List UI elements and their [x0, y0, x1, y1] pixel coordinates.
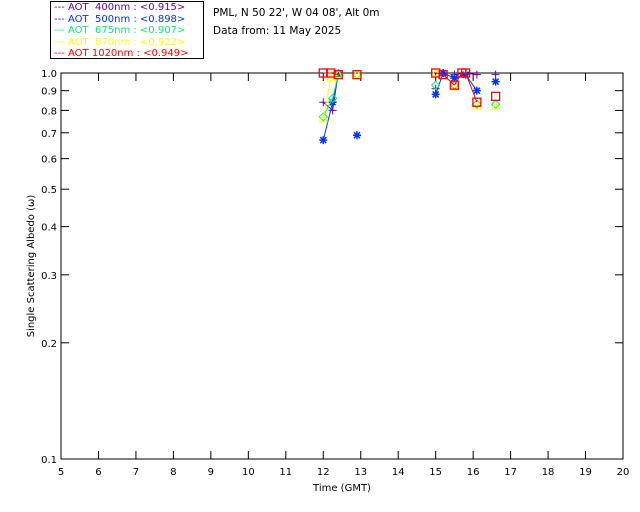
x-tick-label: 9: [208, 467, 214, 478]
y-tick-label: 0.8: [41, 106, 57, 117]
y-tick-label: 1.0: [41, 69, 57, 80]
x-tick-label: 7: [133, 467, 139, 478]
x-tick-label: 20: [617, 467, 630, 478]
data-point-4: [490, 91, 501, 101]
data-point-1: [352, 131, 361, 140]
y-tick-label: 0.1: [41, 455, 57, 466]
y-tick-label: 0.2: [41, 339, 57, 350]
x-tick-label: 11: [279, 467, 292, 478]
y-axis-label: Single Scattering Albedo (ω): [26, 195, 37, 338]
y-tick-label: 0.5: [41, 185, 57, 196]
x-tick-label: 12: [317, 467, 330, 478]
x-tick-label: 16: [467, 467, 480, 478]
y-tick-label: 0.9: [41, 87, 57, 98]
data-point-1: [491, 77, 500, 86]
x-tick-label: 8: [170, 467, 176, 478]
x-axis-label: Time (GMT): [312, 483, 371, 494]
x-tick-label: 14: [392, 467, 405, 478]
data-point-1: [319, 136, 328, 145]
x-tick-label: 10: [242, 467, 255, 478]
plot-area: 5 6 7 8 9 10 11 12 13 14 15 16 17 18 19 20 0.1 0.2 0.3 0.4 0…: [26, 67, 630, 494]
x-tick-label: 6: [95, 467, 101, 478]
chart: --- AOT 400nm : <0.915> --- AOT 500nm : …: [0, 0, 640, 512]
x-tick-label: 19: [579, 467, 592, 478]
y-tick-label: 0.3: [41, 271, 57, 282]
data-point-0: [472, 70, 481, 79]
x-tick-label: 13: [354, 467, 367, 478]
x-tick-label: 5: [58, 467, 64, 478]
plot-frame: [60, 72, 624, 460]
y-tick-label: 0.7: [41, 129, 57, 140]
x-tick-label: 15: [429, 467, 442, 478]
x-tick-label: 18: [542, 467, 555, 478]
y-tick-label: 0.4: [41, 223, 57, 234]
data-point-1: [431, 90, 440, 99]
x-tick-label: 17: [504, 467, 517, 478]
data-point-0: [491, 70, 500, 79]
data-point-1: [472, 86, 481, 95]
y-tick-label: 0.6: [41, 155, 57, 166]
